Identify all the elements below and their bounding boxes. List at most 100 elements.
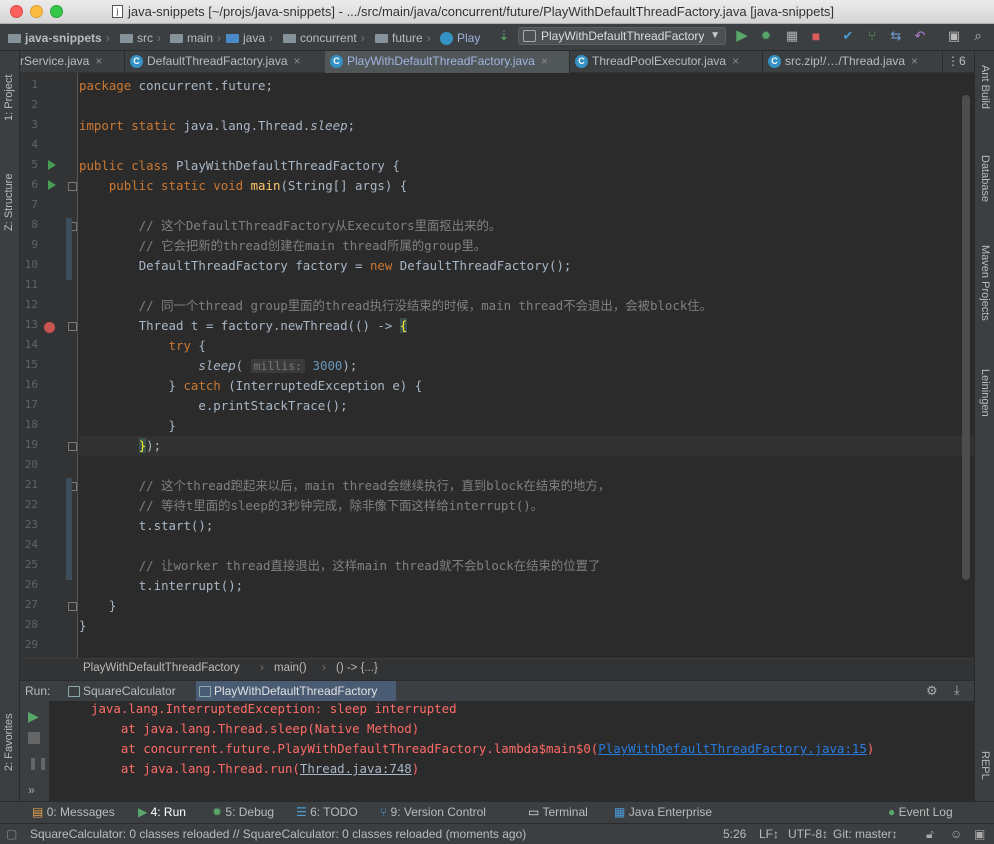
terminal-tool-button[interactable]: ▭ Terminal (528, 805, 588, 819)
run-tool-button[interactable]: ▶ 4: Run (138, 805, 186, 819)
vcs-change-marker[interactable] (66, 478, 72, 580)
run-config-icon (199, 686, 211, 697)
line-number: 18 (24, 418, 38, 431)
structure-tool-button[interactable]: Z: Structure (3, 174, 15, 231)
file-encoding[interactable]: UTF-8↕ (788, 827, 828, 841)
run-panel-header: Run: SquareCalculator PlayWithDefaultThr… (20, 680, 974, 702)
pause-icon[interactable]: ❚❚ (28, 756, 48, 770)
line-number: 24 (24, 538, 38, 551)
close-icon[interactable]: × (911, 54, 918, 68)
minimize-window-button[interactable] (30, 5, 43, 18)
line-separator[interactable]: LF↕ (759, 827, 779, 841)
messages-tool-button[interactable]: ▤ 0: Messages (32, 805, 115, 819)
close-icon[interactable]: × (732, 54, 739, 68)
event-icon[interactable]: ▣ (974, 827, 985, 841)
close-window-button[interactable] (10, 5, 23, 18)
leiningen-tool-button[interactable]: Leiningen (979, 369, 991, 417)
vcs-compare-icon[interactable]: ⇆ (888, 28, 904, 44)
caret-position[interactable]: 5:26 (723, 827, 746, 841)
lock-icon[interactable]: 🔓︎ (926, 827, 934, 842)
ant-build-tool-button[interactable]: Ant Build (979, 65, 991, 109)
nav-crumb-project[interactable]: java-snippets › (8, 29, 110, 47)
repl-tool-button[interactable]: REPL (979, 751, 991, 780)
status-layout-icon[interactable]: ▢ (6, 827, 17, 841)
todo-tool-button[interactable]: ☰ 6: TODO (296, 805, 358, 819)
breadcrumb-separator: › (260, 662, 264, 674)
close-icon[interactable]: × (294, 54, 301, 68)
git-branch[interactable]: Git: master↕ (833, 827, 898, 841)
line-number: 17 (24, 398, 38, 411)
hide-panel-icon[interactable]: ⤓ (954, 682, 960, 698)
tab-overflow[interactable]: ⋮6 (943, 51, 974, 73)
breadcrumb-method[interactable]: main() (274, 662, 307, 674)
revert-icon[interactable]: ↶ (912, 28, 928, 44)
coverage-icon[interactable]: ▦ (784, 28, 800, 44)
debug-icon[interactable]: ✹ (758, 28, 774, 44)
project-structure-icon[interactable]: ▣ (946, 28, 962, 44)
close-icon[interactable]: × (541, 54, 548, 68)
close-icon[interactable]: × (95, 54, 102, 68)
code-line-17: e.printStackTrace(); (198, 398, 348, 413)
tab-executor-service[interactable]: rService.java × (20, 51, 125, 73)
tab-default-thread-factory[interactable]: C DefaultThreadFactory.java × (125, 51, 340, 73)
editor-scrollbar[interactable] (962, 95, 970, 580)
vcs-commit-icon[interactable]: ⑂ (864, 28, 880, 44)
version-control-tool-button[interactable]: ⑂ 9: Version Control (380, 805, 486, 819)
run-main-gutter-icon[interactable] (48, 180, 56, 190)
package-icon (375, 33, 388, 43)
code-line-15: sleep( millis: 3000); (198, 358, 358, 373)
run-configuration-select[interactable]: PlayWithDefaultThreadFactory ▼ (518, 27, 726, 45)
nav-crumb-src[interactable]: src › (120, 29, 161, 47)
nav-crumb-java[interactable]: java › (226, 29, 273, 47)
database-tool-button[interactable]: Database (979, 155, 991, 202)
run-console[interactable]: java.lang.InterruptedException: sleep in… (51, 701, 974, 801)
line-number: 12 (24, 298, 38, 311)
rerun-icon[interactable]: ▶ (28, 708, 39, 725)
build-icon[interactable]: ⇣ (496, 28, 512, 44)
favorites-tool-button[interactable]: 2: Favorites (3, 714, 15, 771)
stacktrace-link[interactable]: Thread.java:748 (300, 761, 412, 776)
fold-icon[interactable] (68, 442, 77, 451)
inspector-icon[interactable]: ☺ (950, 827, 962, 841)
editor-gutter[interactable]: 1 2 3 4 5 6 7 8 9 10 11 12 13 14 15 16 1… (20, 73, 78, 658)
fold-icon[interactable] (68, 182, 77, 191)
code-editor[interactable]: package concurrent.future; import static… (79, 73, 974, 658)
console-line: at concurrent.future.PlayWithDefaultThre… (91, 741, 875, 756)
settings-gear-icon[interactable]: ⚙ (926, 683, 938, 699)
nav-crumb-main[interactable]: main › (170, 29, 221, 47)
stop-icon[interactable]: ■ (808, 28, 824, 44)
stacktrace-link[interactable]: PlayWithDefaultThreadFactory.java:15 (598, 741, 867, 756)
run-tab-square-calculator[interactable]: SquareCalculator (65, 681, 195, 702)
stop-icon[interactable] (28, 732, 40, 744)
run-class-gutter-icon[interactable] (48, 160, 56, 170)
fold-icon[interactable] (68, 322, 77, 331)
nav-crumb-concurrent[interactable]: concurrent › (283, 29, 365, 47)
project-tool-button[interactable]: 1: Project (3, 75, 15, 121)
breadcrumb-class[interactable]: PlayWithDefaultThreadFactory (83, 662, 240, 674)
more-icon[interactable]: » (28, 783, 35, 797)
nav-crumb-class[interactable]: Play (440, 29, 480, 47)
code-line-22: // 等待t里面的sleep的3秒钟完成，除非像下面这样给interrupt()… (138, 498, 544, 513)
search-icon[interactable]: ⌕ (970, 28, 986, 44)
vcs-update-icon[interactable]: ✔ (840, 28, 856, 44)
fold-icon[interactable] (68, 602, 77, 611)
tab-thread-java[interactable]: Csrc.zip!/…/Thread.java × (763, 51, 943, 73)
java-enterprise-tool-button[interactable]: ▦ Java Enterprise (614, 805, 712, 819)
run-tab-play-with-default-thread-factory[interactable]: PlayWithDefaultThreadFactory (196, 681, 396, 702)
run-icon[interactable]: ▶ (734, 28, 750, 44)
status-message[interactable]: SquareCalculator: 0 classes reloaded // … (30, 827, 526, 841)
breakpoint-icon[interactable] (44, 322, 55, 333)
tab-play-with-default-thread-factory[interactable]: C PlayWithDefaultThreadFactory.java × (325, 51, 570, 73)
event-log-tool-button[interactable]: ● Event Log (888, 805, 953, 819)
status-bar: ▢ SquareCalculator: 0 classes reloaded /… (0, 823, 994, 844)
code-line-3: import static java.lang.Thread.sleep; (79, 118, 356, 133)
maximize-window-button[interactable] (50, 5, 63, 18)
breadcrumb-lambda[interactable]: () -> {...} (336, 662, 378, 674)
nav-crumb-future[interactable]: future › (375, 29, 431, 47)
maven-tool-button[interactable]: Maven Projects (979, 245, 991, 321)
folder-icon (170, 33, 183, 43)
tab-thread-pool-executor[interactable]: C ThreadPoolExecutor.java × (570, 51, 763, 73)
debug-tool-button[interactable]: ✹ 5: Debug (212, 805, 274, 819)
line-number: 8 (31, 218, 38, 231)
vcs-change-marker[interactable] (66, 218, 72, 280)
